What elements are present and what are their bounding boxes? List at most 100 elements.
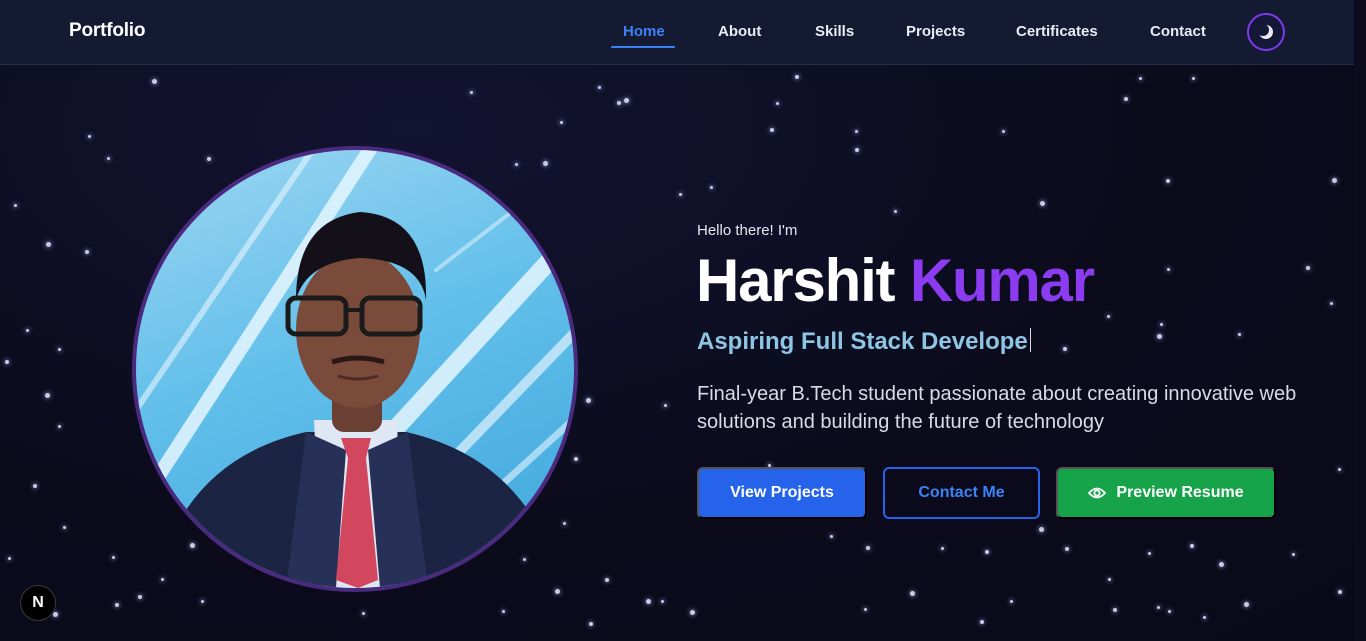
- star-dot: [864, 608, 867, 611]
- star-dot: [14, 204, 17, 207]
- star-dot: [190, 543, 195, 548]
- hero-tagline-text: Aspiring Full Stack Develope: [697, 328, 1028, 355]
- star-dot: [1292, 553, 1295, 556]
- star-dot: [1190, 544, 1194, 548]
- star-dot: [776, 102, 779, 105]
- star-dot: [58, 425, 61, 428]
- nav-active-underline: [611, 46, 675, 48]
- page: Portfolio Home About Skills Projects Cer…: [0, 0, 1366, 641]
- star-dot: [1002, 130, 1005, 133]
- star-dot: [1108, 578, 1111, 581]
- star-dot: [1306, 266, 1310, 270]
- nav-link-home[interactable]: Home: [623, 23, 665, 40]
- star-dot: [515, 163, 518, 166]
- star-dot: [855, 148, 859, 152]
- star-dot: [1157, 606, 1160, 609]
- star-dot: [661, 600, 664, 603]
- star-dot: [866, 546, 870, 550]
- star-dot: [58, 348, 61, 351]
- star-dot: [1139, 77, 1142, 80]
- star-dot: [770, 128, 774, 132]
- star-dot: [574, 457, 578, 461]
- star-dot: [985, 550, 989, 554]
- star-dot: [8, 557, 11, 560]
- star-dot: [910, 591, 915, 596]
- hero-last-name: Kumar: [909, 247, 1095, 314]
- star-dot: [362, 612, 365, 615]
- theme-toggle-button[interactable]: [1247, 13, 1285, 51]
- star-dot: [563, 522, 566, 525]
- star-dot: [152, 79, 157, 84]
- nav-link-contact[interactable]: Contact: [1150, 23, 1206, 40]
- star-dot: [560, 121, 563, 124]
- star-dot: [543, 161, 548, 166]
- star-dot: [1148, 552, 1151, 555]
- star-dot: [555, 589, 560, 594]
- preview-resume-label: Preview Resume: [1116, 484, 1244, 501]
- star-dot: [586, 398, 591, 403]
- star-dot: [1040, 201, 1045, 206]
- view-projects-button[interactable]: View Projects: [697, 467, 867, 519]
- hero-description: Final-year B.Tech student passionate abo…: [697, 383, 1297, 433]
- star-dot: [1166, 179, 1170, 183]
- star-dot: [85, 250, 89, 254]
- star-dot: [941, 547, 944, 550]
- star-dot: [646, 599, 651, 604]
- star-dot: [710, 186, 713, 189]
- star-dot: [679, 193, 682, 196]
- star-dot: [1168, 610, 1171, 613]
- star-dot: [115, 603, 119, 607]
- star-dot: [855, 130, 858, 133]
- star-dot: [1338, 468, 1341, 471]
- nav-link-about[interactable]: About: [718, 23, 761, 40]
- star-dot: [45, 393, 50, 398]
- star-dot: [795, 75, 799, 79]
- star-dot: [161, 578, 164, 581]
- hero-tagline: Aspiring Full Stack Develope: [697, 328, 1031, 356]
- star-dot: [664, 404, 667, 407]
- star-dot: [624, 98, 629, 103]
- contact-me-button[interactable]: Contact Me: [883, 467, 1040, 519]
- star-dot: [605, 578, 609, 582]
- star-dot: [1065, 547, 1069, 551]
- star-dot: [1010, 600, 1013, 603]
- star-dot: [1238, 333, 1241, 336]
- star-dot: [1203, 616, 1206, 619]
- hero-greeting: Hello there! I'm: [697, 222, 798, 239]
- star-dot: [53, 612, 58, 617]
- star-dot: [617, 101, 621, 105]
- scrollbar-track[interactable]: [1354, 0, 1366, 641]
- nav-link-projects[interactable]: Projects: [906, 23, 965, 40]
- nav-link-skills[interactable]: Skills: [815, 23, 854, 40]
- star-dot: [502, 610, 505, 613]
- star-dot: [138, 595, 142, 599]
- star-dot: [690, 610, 695, 615]
- star-dot: [1107, 315, 1110, 318]
- dev-tools-badge[interactable]: N: [20, 585, 56, 621]
- star-dot: [589, 622, 593, 626]
- star-dot: [1160, 323, 1163, 326]
- star-dot: [470, 91, 473, 94]
- eye-icon: [1088, 486, 1107, 500]
- brand-logo[interactable]: Portfolio: [69, 20, 145, 42]
- star-dot: [1113, 608, 1117, 612]
- star-dot: [980, 620, 984, 624]
- star-dot: [523, 558, 526, 561]
- star-dot: [830, 535, 833, 538]
- star-dot: [112, 556, 115, 559]
- star-dot: [598, 86, 601, 89]
- preview-resume-button[interactable]: Preview Resume: [1056, 467, 1276, 519]
- star-dot: [1192, 77, 1195, 80]
- hero-name: Harshit Kumar: [696, 247, 1095, 314]
- star-dot: [1219, 562, 1224, 567]
- star-dot: [1330, 302, 1333, 305]
- star-dot: [207, 157, 211, 161]
- star-dot: [26, 329, 29, 332]
- star-dot: [107, 157, 110, 160]
- star-dot: [1124, 97, 1128, 101]
- star-dot: [1338, 590, 1342, 594]
- star-dot: [1167, 268, 1170, 271]
- moon-icon: [1257, 24, 1273, 39]
- nav-link-certificates[interactable]: Certificates: [1016, 23, 1098, 40]
- navbar: Portfolio Home About Skills Projects Cer…: [0, 0, 1354, 65]
